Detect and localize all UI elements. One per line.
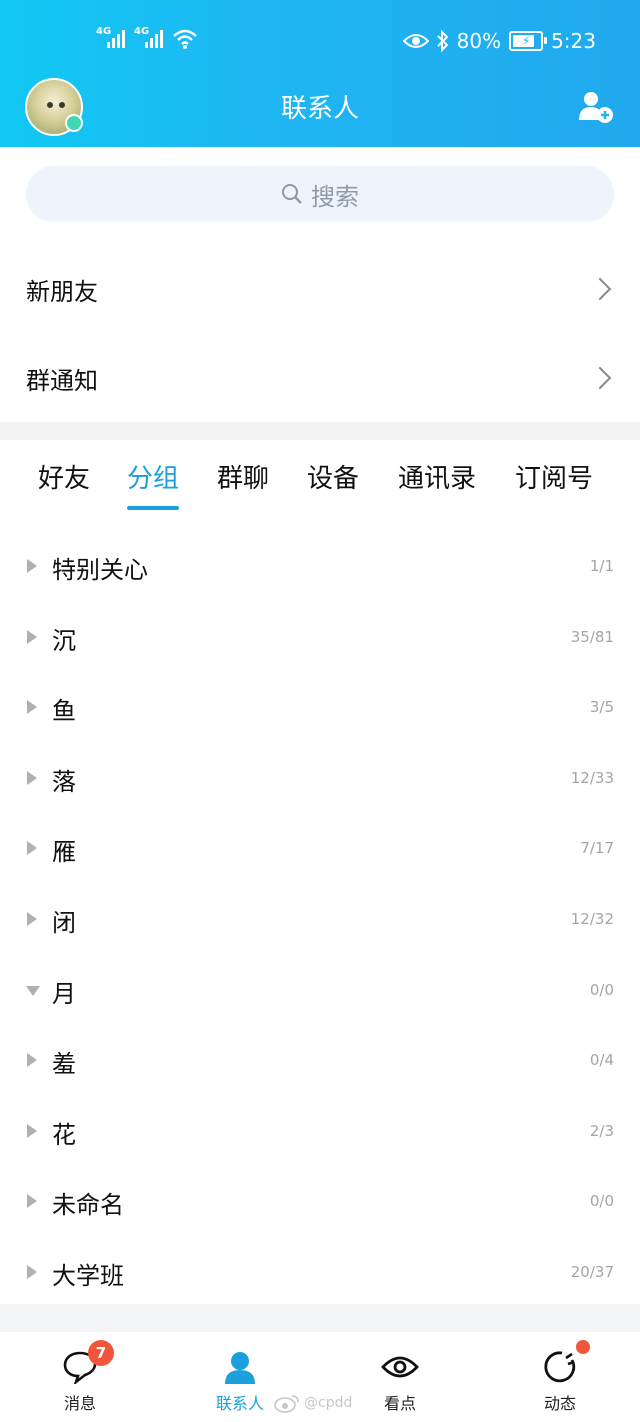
caret-right-icon bbox=[27, 912, 37, 926]
tab-subscriptions-label: 订阅号 bbox=[515, 464, 594, 494]
group-count: 12/33 bbox=[570, 768, 614, 787]
nav-watch[interactable]: 看点 bbox=[355, 1332, 445, 1422]
status-bar: 4G 4G 80% ⚡ 5:23 bbox=[0, 0, 640, 80]
caret-right-icon bbox=[27, 1265, 37, 1279]
caret-right-icon bbox=[27, 841, 37, 856]
nav-contacts-label: 联系人 bbox=[215, 1394, 264, 1413]
group-row[interactable]: 大学班 20/37 bbox=[0, 1236, 640, 1306]
person-icon bbox=[225, 1352, 255, 1384]
group-count: 20/37 bbox=[570, 1263, 614, 1281]
group-row[interactable]: 雁 7/17 bbox=[0, 812, 640, 882]
group-name: 鱼 bbox=[52, 697, 76, 726]
group-row[interactable]: 闭 12/32 bbox=[0, 883, 640, 953]
tab-address-book[interactable]: 通讯录 bbox=[398, 458, 476, 495]
group-name: 羞 bbox=[52, 1050, 76, 1079]
tab-group-chats[interactable]: 群聊 bbox=[217, 458, 269, 495]
nav-moments-label: 动态 bbox=[543, 1394, 576, 1413]
caret-right-icon bbox=[27, 629, 37, 644]
battery-percent: 80% bbox=[456, 29, 502, 53]
tab-group-chats-label: 群聊 bbox=[217, 464, 270, 494]
group-name: 雁 bbox=[52, 838, 76, 867]
watermark-text: @cpdd bbox=[304, 1395, 353, 1411]
battery-icon: ⚡ bbox=[509, 31, 548, 51]
group-name: 特别关心 bbox=[52, 556, 148, 584]
group-count: 0/0 bbox=[589, 980, 614, 999]
signal-bars-2-icon bbox=[145, 30, 163, 48]
caret-down-icon bbox=[26, 985, 40, 996]
watermark: @cpdd bbox=[274, 1393, 352, 1413]
add-friend-button[interactable] bbox=[578, 90, 614, 124]
wifi-icon bbox=[173, 29, 197, 49]
tab-groups[interactable]: 分组 bbox=[127, 458, 180, 510]
star-circle-icon bbox=[544, 1351, 576, 1383]
group-row[interactable]: 落 12/33 bbox=[0, 742, 640, 812]
group-name: 大学班 bbox=[52, 1262, 124, 1290]
group-row[interactable]: 花 2/3 bbox=[0, 1095, 640, 1165]
nav-messages-label: 消息 bbox=[63, 1394, 96, 1413]
chevron-right-icon bbox=[588, 366, 612, 390]
clock: 5:23 bbox=[551, 29, 596, 53]
unread-badge: 7 bbox=[88, 1340, 114, 1366]
group-name: 闭 bbox=[52, 909, 76, 937]
nav-moments[interactable]: 动态 bbox=[515, 1332, 605, 1422]
tab-devices[interactable]: 设备 bbox=[307, 458, 359, 495]
caret-right-icon bbox=[27, 1123, 37, 1138]
group-name: 沉 bbox=[52, 626, 76, 655]
group-count: 35/81 bbox=[570, 627, 614, 646]
app-header: 4G 4G 80% ⚡ 5:23 联系人 bbox=[0, 0, 640, 147]
caret-right-icon bbox=[27, 1194, 37, 1209]
eye-comfort-icon bbox=[402, 34, 429, 48]
group-count: 7/17 bbox=[580, 839, 614, 858]
group-name: 未命名 bbox=[52, 1191, 124, 1220]
active-tab-underline bbox=[127, 506, 180, 510]
moments-notification-dot bbox=[576, 1340, 590, 1354]
chevron-right-icon bbox=[588, 277, 612, 301]
group-count: 2/3 bbox=[589, 1121, 614, 1140]
group-row[interactable]: 特别关心 1/1 bbox=[0, 530, 640, 600]
tab-groups-label: 分组 bbox=[127, 464, 180, 494]
new-friends-label: 新朋友 bbox=[26, 277, 98, 306]
signal-bars-icon bbox=[107, 30, 125, 48]
caret-right-icon bbox=[27, 559, 37, 573]
charging-bolt-icon: ⚡ bbox=[521, 34, 531, 48]
status-right-group: 80% ⚡ 5:23 bbox=[402, 28, 596, 54]
contact-tabs: 好友 分组 群聊 设备 通讯录 订阅号 bbox=[0, 458, 640, 518]
group-count: 3/5 bbox=[589, 698, 614, 717]
nav-watch-label: 看点 bbox=[383, 1394, 416, 1413]
group-row[interactable]: 未命名 0/0 bbox=[0, 1165, 640, 1235]
group-name: 花 bbox=[52, 1120, 76, 1149]
group-count: 1/1 bbox=[589, 557, 614, 575]
group-name: 落 bbox=[52, 767, 76, 796]
caret-right-icon bbox=[27, 1053, 37, 1068]
group-notice-label: 群通知 bbox=[26, 366, 98, 395]
tab-address-book-label: 通讯录 bbox=[398, 464, 477, 494]
bluetooth-icon bbox=[436, 30, 449, 52]
group-name: 月 bbox=[52, 979, 76, 1008]
new-friends-row[interactable]: 新朋友 bbox=[0, 244, 640, 334]
weibo-logo-icon bbox=[274, 1395, 299, 1413]
group-notice-row[interactable]: 群通知 bbox=[0, 333, 640, 423]
group-row[interactable]: 鱼 3/5 bbox=[0, 671, 640, 741]
caret-right-icon bbox=[27, 770, 37, 785]
group-row[interactable]: 羞 0/4 bbox=[0, 1024, 640, 1094]
group-count: 0/0 bbox=[589, 1192, 614, 1211]
search-placeholder: 搜索 bbox=[311, 182, 359, 211]
tab-devices-label: 设备 bbox=[307, 464, 360, 494]
bottom-divider bbox=[0, 1304, 640, 1332]
tab-subscriptions[interactable]: 订阅号 bbox=[515, 458, 593, 495]
group-row[interactable]: 月 0/0 bbox=[0, 954, 640, 1024]
section-divider bbox=[0, 422, 640, 440]
search-bar[interactable]: 搜索 bbox=[26, 166, 614, 222]
nav-contacts[interactable]: 联系人 bbox=[195, 1332, 285, 1422]
caret-right-icon bbox=[27, 700, 37, 715]
tab-friends[interactable]: 好友 bbox=[38, 458, 90, 495]
group-row[interactable]: 沉 35/81 bbox=[0, 601, 640, 671]
tab-friends-label: 好友 bbox=[38, 464, 91, 494]
eye-icon bbox=[381, 1356, 419, 1378]
group-count: 0/4 bbox=[589, 1051, 614, 1070]
search-icon bbox=[282, 184, 302, 204]
page-title: 联系人 bbox=[280, 94, 359, 124]
group-count: 12/32 bbox=[570, 910, 614, 928]
